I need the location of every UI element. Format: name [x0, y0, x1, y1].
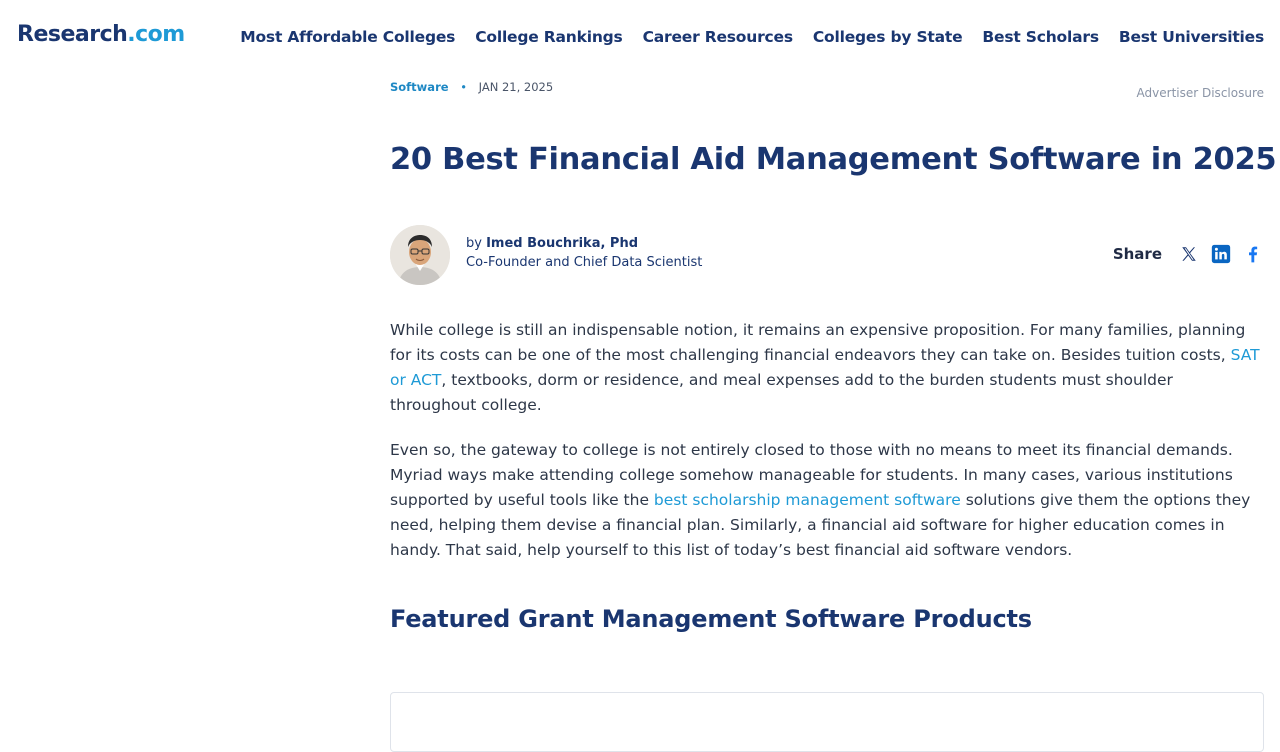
article-title: 20 Best Financial Aid Management Softwar… — [390, 142, 1277, 177]
author-role: Co-Founder and Chief Data Scientist — [466, 255, 703, 270]
publish-date: JAN 21, 2025 — [478, 80, 554, 94]
featured-products-box — [390, 692, 1264, 752]
nav-best-scholars[interactable]: Best Scholars — [982, 28, 1099, 46]
p1-text-before: While college is still an indispensable … — [390, 321, 1246, 364]
article-body: While college is still an indispensable … — [390, 318, 1264, 583]
logo-suffix: .com — [127, 22, 185, 47]
share-bar: Share — [1113, 243, 1264, 265]
scholarship-software-link[interactable]: best scholarship management software — [654, 491, 961, 509]
share-label: Share — [1112, 245, 1162, 263]
linkedin-icon[interactable] — [1210, 243, 1232, 265]
nav-most-affordable-colleges[interactable]: Most Affordable Colleges — [240, 28, 455, 46]
nav-career-resources[interactable]: Career Resources — [643, 28, 793, 46]
site-header: Research .com Most Affordable Colleges Co… — [0, 0, 1280, 76]
logo-main: Research — [17, 22, 128, 47]
author-byline: by Imed Bouchrika, Phd — [466, 236, 702, 251]
nav-college-rankings[interactable]: College Rankings — [475, 28, 623, 46]
nav-colleges-by-state[interactable]: Colleges by State — [813, 28, 963, 46]
author-avatar[interactable] — [390, 225, 450, 285]
author-info: by Imed Bouchrika, Phd Co-Founder and Ch… — [466, 236, 702, 270]
main-nav: Most Affordable Colleges College Ranking… — [240, 28, 1264, 46]
paragraph-second: Even so, the gateway to college is not e… — [390, 438, 1264, 563]
p1-text-after: , textbooks, dorm or residence, and meal… — [390, 371, 1173, 414]
meta-separator: • — [460, 80, 467, 94]
paragraph-intro: While college is still an indispensable … — [390, 318, 1264, 418]
author-block: by Imed Bouchrika, Phd Co-Founder and Ch… — [390, 225, 1264, 285]
x-twitter-icon[interactable] — [1178, 243, 1200, 265]
author-name-link[interactable]: Imed Bouchrika, Phd — [486, 236, 638, 251]
section-heading: Featured Grant Management Software Produ… — [390, 605, 1032, 633]
site-logo[interactable]: Research .com — [17, 22, 185, 47]
nav-best-universities[interactable]: Best Universities — [1119, 28, 1264, 46]
category-link[interactable]: Software — [390, 80, 449, 94]
advertiser-disclosure-link[interactable]: Advertiser Disclosure — [1137, 86, 1264, 100]
article-meta: Software • JAN 21, 2025 Advertiser Discl… — [390, 80, 1264, 100]
by-label: by — [466, 236, 482, 251]
facebook-icon[interactable] — [1242, 243, 1264, 265]
